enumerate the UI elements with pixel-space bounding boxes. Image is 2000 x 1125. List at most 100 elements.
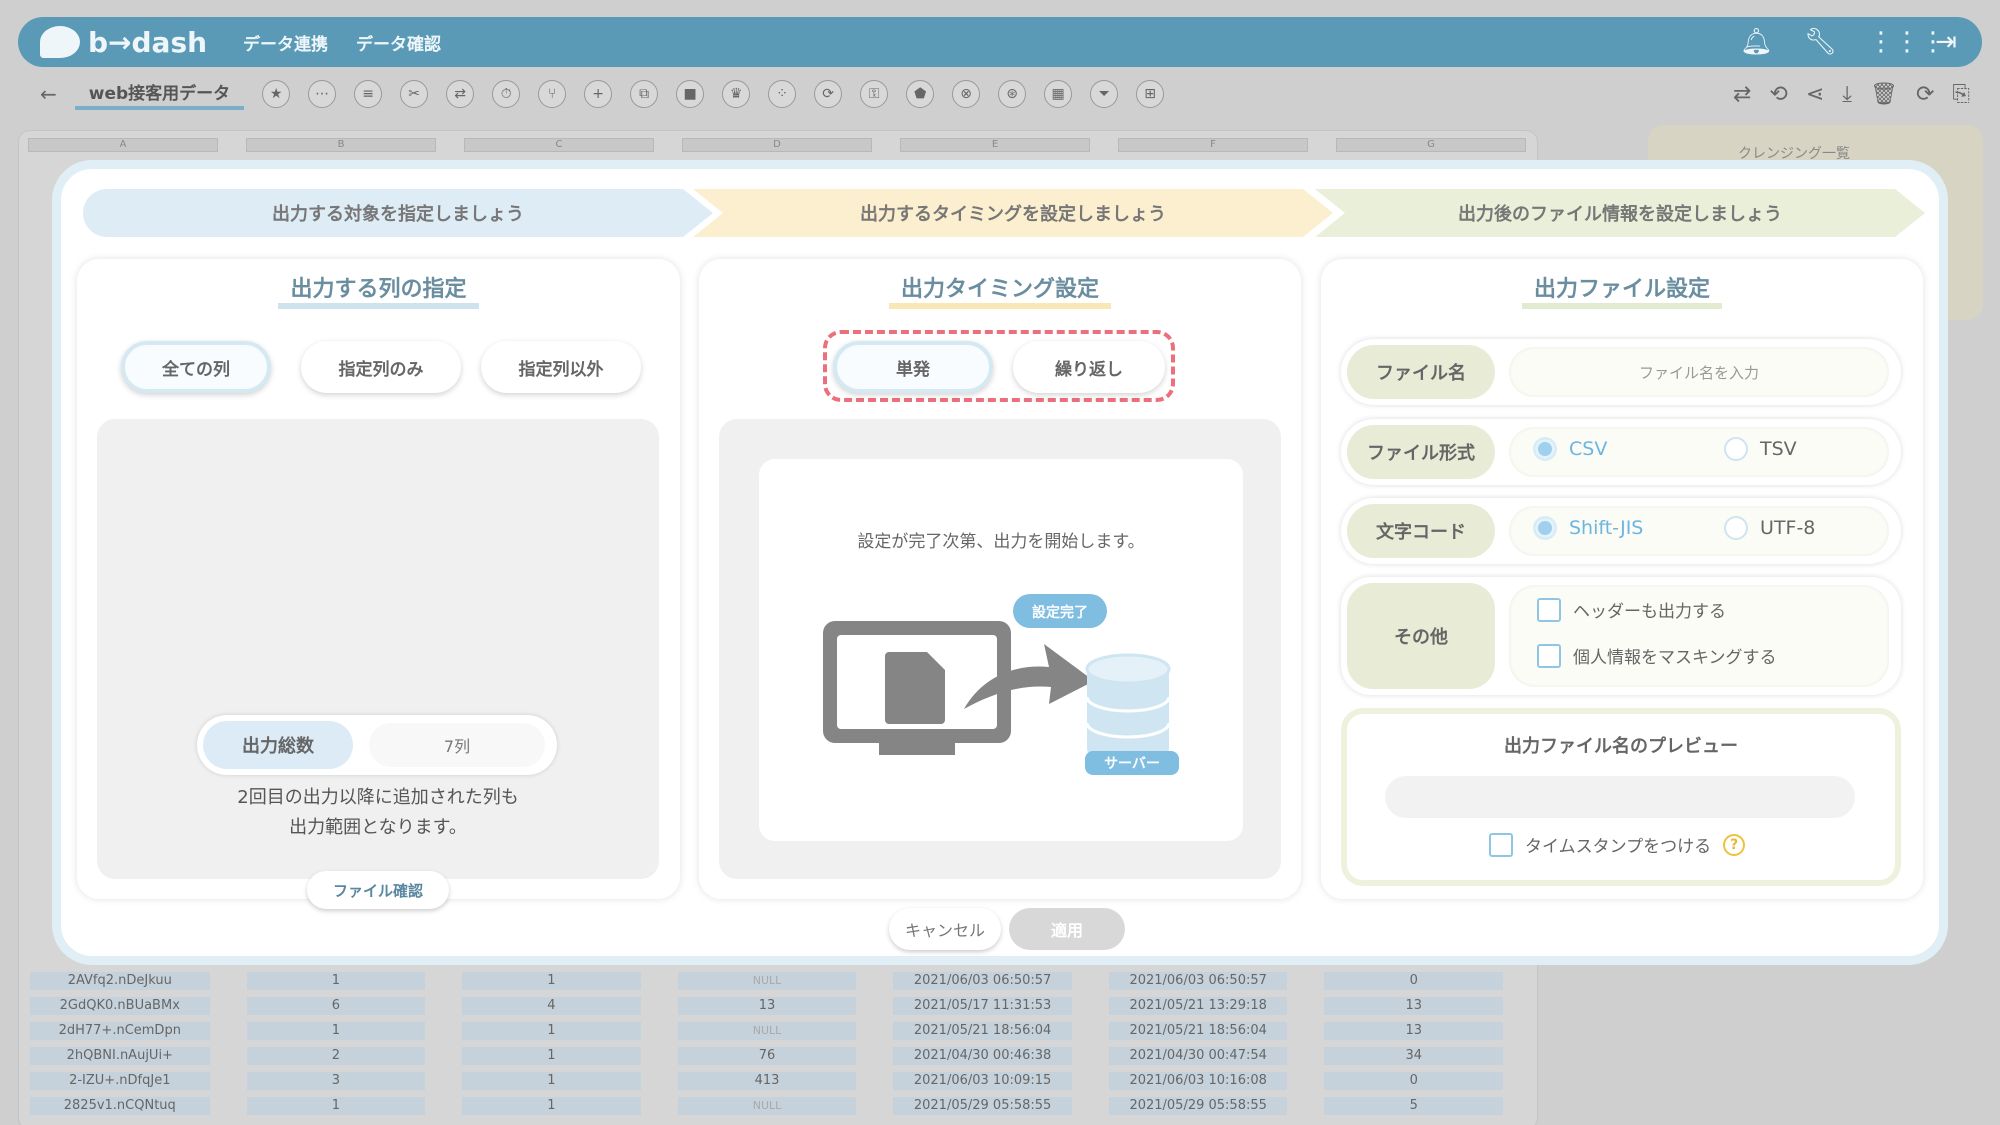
cell: 0 [1324, 971, 1504, 990]
timer-icon[interactable]: ⏱ [492, 80, 521, 108]
settings-icon[interactable]: ⊛ [998, 80, 1027, 108]
cell: 1 [246, 1096, 426, 1115]
table-row[interactable]: 2AVfq2.nDeJkuu 1 1 NULL 2021/06/03 06:50… [30, 968, 1540, 993]
server-badge-text: サーバー [1104, 756, 1160, 772]
column-header-g[interactable]: G [1336, 138, 1526, 152]
nav-data-link[interactable]: データ連携 [243, 30, 328, 55]
sheet-title[interactable]: web接客用データ [74, 79, 245, 110]
encoding-utf8-label: UTF-8 [1760, 517, 1816, 539]
sync-icon[interactable]: ⇄ [1733, 82, 1751, 107]
column-header-f[interactable]: F [1118, 138, 1308, 152]
checkbox-icon [1489, 832, 1513, 857]
format-row: ファイル形式 CSV TSV [1341, 419, 1901, 485]
list-icon[interactable]: ≡ [354, 80, 383, 108]
file-panel-title-text: 出力ファイル設定 [1521, 277, 1722, 309]
column-header-a[interactable]: A [28, 138, 218, 152]
column-header-b[interactable]: B [246, 138, 436, 152]
column-header-e[interactable]: E [900, 138, 1090, 152]
cell: 13 [1324, 1021, 1504, 1040]
format-tsv-label: TSV [1760, 438, 1797, 460]
star-icon[interactable]: ★ [262, 80, 291, 108]
share-icon[interactable]: ⋖ [1806, 82, 1824, 107]
cell: NULL [677, 971, 857, 990]
column-header-c[interactable]: C [464, 138, 654, 152]
timing-panel-title-text: 出力タイミング設定 [888, 277, 1111, 309]
single-run-button[interactable]: 単発 [833, 341, 993, 393]
selected-columns-button[interactable]: 指定列のみ [301, 341, 461, 393]
dots-icon[interactable]: ⁘ [768, 80, 797, 108]
trash-icon[interactable]: 🗑 [1870, 82, 1898, 107]
table-row[interactable]: 2-IZU+.nDfqJe1 3 1 413 2021/06/03 10:09:… [30, 1068, 1540, 1093]
format-csv-radio[interactable]: CSV [1533, 437, 1607, 461]
cell: 2AVfq2.nDeJkuu [30, 971, 210, 990]
repeat-button[interactable]: 繰り返し [1013, 341, 1165, 393]
export-illustration: 設定完了 サーバー [823, 594, 1179, 775]
grid-icon[interactable]: ⋮⋮⋮ [1868, 27, 1946, 57]
data-rows: 2AVfq2.nDeJkuu 1 1 NULL 2021/06/03 06:50… [30, 968, 1540, 1118]
encoding-utf8-radio[interactable]: UTF-8 [1724, 516, 1815, 540]
table-icon[interactable]: ▦ [1044, 80, 1073, 108]
pivot-icon[interactable]: ⊞ [1136, 80, 1165, 108]
crown-icon[interactable]: ♛ [722, 80, 751, 108]
apply-button[interactable]: 適用 [1009, 908, 1125, 950]
exclude-icon[interactable]: ⊗ [952, 80, 981, 108]
radio-unselected-icon [1724, 516, 1748, 540]
timing-panel: 出力タイミング設定 単発 繰り返し 設定が完了次第、出力を開始します。 設定完了… [699, 259, 1301, 899]
cell: 2hQBNI.nAujUi+ [30, 1046, 210, 1065]
header-output-checkbox[interactable]: ヘッダーも出力する [1537, 597, 1726, 622]
table-row[interactable]: 2dH77+.nCemDpn 1 1 NULL 2021/05/21 18:56… [30, 1018, 1540, 1043]
cell: 2021/06/03 10:09:15 [893, 1071, 1072, 1090]
wrench-icon[interactable]: 🔧︎ [1804, 27, 1837, 57]
plus-icon[interactable]: + [584, 80, 613, 108]
cell: NULL [677, 1021, 857, 1040]
all-columns-button[interactable]: 全ての列 [121, 341, 271, 393]
filename-row: ファイル名 ファイル名を入力 [1341, 339, 1901, 405]
table-row[interactable]: 2hQBNI.nAujUi+ 2 1 76 2021/04/30 00:46:3… [30, 1043, 1540, 1068]
table-row[interactable]: 2GdQK0.nBUaBMx 6 4 13 2021/05/17 11:31:5… [30, 993, 1540, 1018]
timing-card: 設定が完了次第、出力を開始します。 設定完了 サーバー [759, 459, 1243, 841]
logo-text: b→dash [88, 25, 208, 59]
cell: 13 [1324, 996, 1504, 1015]
mask-personal-info-checkbox[interactable]: 個人情報をマスキングする [1537, 643, 1777, 668]
filename-preview: 出力ファイル名のプレビュー タイムスタンプをつける ? [1341, 708, 1901, 886]
encoding-sjis-radio[interactable]: Shift-JIS [1533, 516, 1643, 540]
reload-icon[interactable]: ⟲ [1769, 82, 1787, 107]
filter-icon[interactable]: ⏷ [1090, 80, 1119, 108]
download-icon[interactable]: ⤓ [1842, 82, 1852, 107]
format-tsv-radio[interactable]: TSV [1724, 437, 1797, 461]
filename-label: ファイル名 [1347, 345, 1495, 399]
swap-icon[interactable]: ⇄ [446, 80, 475, 108]
copy-icon[interactable]: ⧉ [630, 80, 659, 108]
encoding-row: 文字コード Shift-JIS UTF-8 [1341, 498, 1901, 564]
bag-icon[interactable]: ⬟ [906, 80, 935, 108]
cell: 1 [462, 1021, 641, 1040]
logout-icon[interactable]: ⇥ [1932, 27, 1960, 57]
cut-icon[interactable]: ✂ [400, 80, 429, 108]
checkbox-icon [1537, 643, 1561, 668]
nav-data-check[interactable]: データ確認 [356, 30, 441, 55]
output-total-label: 出力総数 [203, 721, 353, 769]
timestamp-checkbox[interactable]: タイムスタンプをつける ? [1489, 832, 1746, 857]
refresh-icon[interactable]: ⟳ [814, 80, 843, 108]
help-icon[interactable]: ? [1723, 833, 1746, 856]
file-check-button[interactable]: ファイル確認 [307, 871, 449, 909]
filename-input[interactable]: ファイル名を入力 [1509, 347, 1889, 397]
branch-icon[interactable]: ⑂ [538, 80, 567, 108]
cancel-button[interactable]: キャンセル [889, 908, 1001, 950]
cell: 413 [677, 1071, 857, 1090]
history-icon[interactable]: ⟳ [1916, 82, 1934, 107]
bell-icon[interactable]: 🔔︎ [1740, 27, 1773, 57]
back-arrow-icon[interactable]: ← [40, 82, 57, 106]
cell: 2-IZU+.nDfqJe1 [30, 1071, 210, 1090]
table-row[interactable]: 2825v1.nCQNtuq 1 1 NULL 2021/05/29 05:58… [30, 1093, 1540, 1118]
step-indicator: 出力する対象を指定しましょう 出力するタイミングを設定しましょう 出力後のファイ… [83, 189, 1925, 237]
lock-icon[interactable]: ⚿ [860, 80, 889, 108]
export-icon[interactable]: ⎘ [1952, 82, 1970, 107]
delete-icon[interactable]: ■ [676, 80, 705, 108]
mask-personal-info-label: 個人情報をマスキングする [1573, 648, 1777, 668]
except-columns-button[interactable]: 指定列以外 [481, 341, 641, 393]
column-header-d[interactable]: D [682, 138, 872, 152]
logo[interactable]: b→dash [40, 26, 207, 59]
cell: 76 [677, 1046, 857, 1065]
more-icon[interactable]: ⋯ [308, 80, 337, 108]
